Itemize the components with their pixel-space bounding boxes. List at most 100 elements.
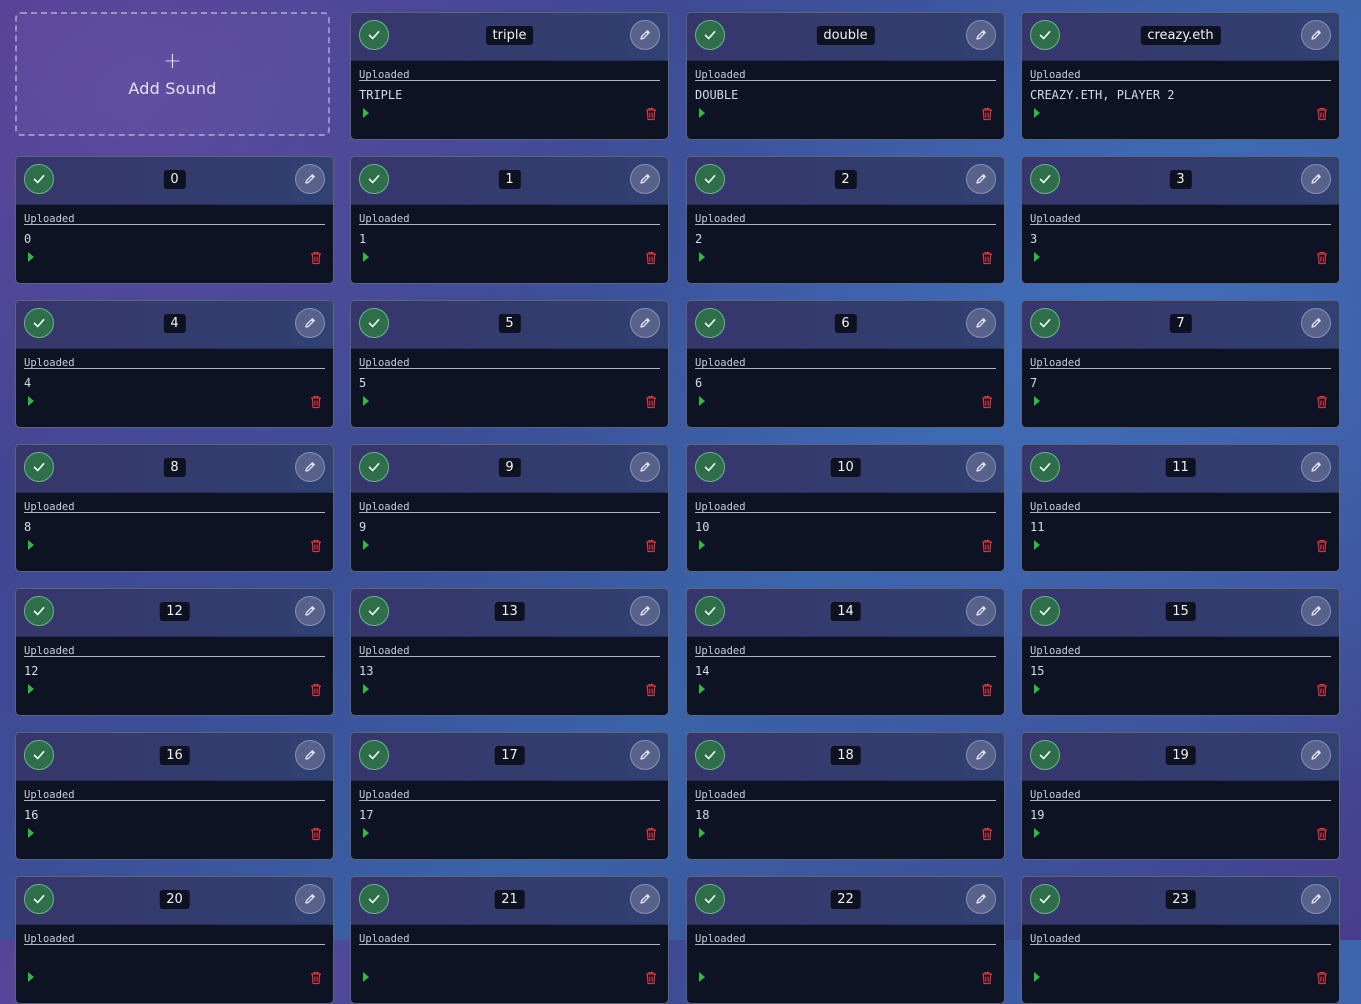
delete-button[interactable] bbox=[1316, 683, 1328, 697]
delete-button[interactable] bbox=[645, 827, 657, 841]
edit-button[interactable] bbox=[1301, 20, 1331, 50]
delete-button[interactable] bbox=[1316, 107, 1328, 121]
play-button[interactable] bbox=[26, 395, 36, 407]
sound-name[interactable]: creazy.eth bbox=[1140, 26, 1221, 45]
confirm-button[interactable] bbox=[359, 884, 389, 914]
delete-button[interactable] bbox=[310, 971, 322, 985]
sound-name[interactable]: 20 bbox=[159, 890, 190, 909]
play-button[interactable] bbox=[697, 683, 707, 695]
edit-button[interactable] bbox=[295, 884, 325, 914]
play-button[interactable] bbox=[361, 107, 371, 119]
edit-button[interactable] bbox=[1301, 596, 1331, 626]
delete-button[interactable] bbox=[310, 251, 322, 265]
play-button[interactable] bbox=[26, 251, 36, 263]
edit-button[interactable] bbox=[295, 740, 325, 770]
edit-button[interactable] bbox=[1301, 308, 1331, 338]
delete-button[interactable] bbox=[981, 683, 993, 697]
play-button[interactable] bbox=[361, 395, 371, 407]
confirm-button[interactable] bbox=[1030, 164, 1060, 194]
edit-button[interactable] bbox=[1301, 452, 1331, 482]
confirm-button[interactable] bbox=[24, 452, 54, 482]
sound-name[interactable]: 0 bbox=[163, 170, 186, 189]
edit-button[interactable] bbox=[966, 884, 996, 914]
delete-button[interactable] bbox=[645, 251, 657, 265]
add-sound-button[interactable]: + Add Sound bbox=[15, 12, 330, 136]
play-button[interactable] bbox=[697, 395, 707, 407]
confirm-button[interactable] bbox=[1030, 308, 1060, 338]
sound-name[interactable]: 6 bbox=[834, 314, 857, 333]
delete-button[interactable] bbox=[1316, 395, 1328, 409]
sound-name[interactable]: 17 bbox=[494, 746, 525, 765]
play-button[interactable] bbox=[697, 971, 707, 983]
edit-button[interactable] bbox=[630, 596, 660, 626]
edit-button[interactable] bbox=[966, 308, 996, 338]
play-button[interactable] bbox=[697, 539, 707, 551]
sound-name[interactable]: 22 bbox=[830, 890, 861, 909]
sound-name[interactable]: 10 bbox=[830, 458, 861, 477]
confirm-button[interactable] bbox=[24, 596, 54, 626]
sound-name[interactable]: 14 bbox=[830, 602, 861, 621]
confirm-button[interactable] bbox=[695, 740, 725, 770]
edit-button[interactable] bbox=[295, 596, 325, 626]
delete-button[interactable] bbox=[1316, 539, 1328, 553]
play-button[interactable] bbox=[1032, 107, 1042, 119]
confirm-button[interactable] bbox=[1030, 740, 1060, 770]
sound-name[interactable]: 16 bbox=[159, 746, 190, 765]
sound-name[interactable]: 15 bbox=[1165, 602, 1196, 621]
sound-name[interactable]: 13 bbox=[494, 602, 525, 621]
edit-button[interactable] bbox=[1301, 740, 1331, 770]
play-button[interactable] bbox=[1032, 827, 1042, 839]
confirm-button[interactable] bbox=[1030, 20, 1060, 50]
sound-name[interactable]: 11 bbox=[1165, 458, 1196, 477]
confirm-button[interactable] bbox=[1030, 884, 1060, 914]
edit-button[interactable] bbox=[295, 308, 325, 338]
confirm-button[interactable] bbox=[695, 308, 725, 338]
sound-name[interactable]: 23 bbox=[1165, 890, 1196, 909]
confirm-button[interactable] bbox=[359, 164, 389, 194]
edit-button[interactable] bbox=[966, 596, 996, 626]
edit-button[interactable] bbox=[295, 164, 325, 194]
delete-button[interactable] bbox=[645, 107, 657, 121]
confirm-button[interactable] bbox=[695, 164, 725, 194]
play-button[interactable] bbox=[361, 251, 371, 263]
edit-button[interactable] bbox=[1301, 884, 1331, 914]
sound-name[interactable]: 12 bbox=[159, 602, 190, 621]
play-button[interactable] bbox=[361, 971, 371, 983]
play-button[interactable] bbox=[361, 827, 371, 839]
edit-button[interactable] bbox=[1301, 164, 1331, 194]
edit-button[interactable] bbox=[966, 452, 996, 482]
confirm-button[interactable] bbox=[695, 884, 725, 914]
confirm-button[interactable] bbox=[359, 308, 389, 338]
delete-button[interactable] bbox=[645, 971, 657, 985]
play-button[interactable] bbox=[697, 827, 707, 839]
edit-button[interactable] bbox=[966, 164, 996, 194]
confirm-button[interactable] bbox=[359, 20, 389, 50]
play-button[interactable] bbox=[26, 539, 36, 551]
delete-button[interactable] bbox=[310, 683, 322, 697]
sound-name[interactable]: triple bbox=[485, 26, 534, 45]
play-button[interactable] bbox=[361, 539, 371, 551]
delete-button[interactable] bbox=[1316, 251, 1328, 265]
delete-button[interactable] bbox=[981, 539, 993, 553]
confirm-button[interactable] bbox=[359, 596, 389, 626]
edit-button[interactable] bbox=[630, 740, 660, 770]
confirm-button[interactable] bbox=[24, 884, 54, 914]
sound-name[interactable]: 3 bbox=[1169, 170, 1192, 189]
delete-button[interactable] bbox=[981, 395, 993, 409]
delete-button[interactable] bbox=[981, 251, 993, 265]
confirm-button[interactable] bbox=[1030, 452, 1060, 482]
delete-button[interactable] bbox=[981, 971, 993, 985]
play-button[interactable] bbox=[1032, 683, 1042, 695]
delete-button[interactable] bbox=[310, 539, 322, 553]
confirm-button[interactable] bbox=[24, 740, 54, 770]
sound-name[interactable]: 21 bbox=[494, 890, 525, 909]
confirm-button[interactable] bbox=[1030, 596, 1060, 626]
delete-button[interactable] bbox=[645, 395, 657, 409]
edit-button[interactable] bbox=[966, 740, 996, 770]
confirm-button[interactable] bbox=[695, 20, 725, 50]
sound-name[interactable]: 1 bbox=[498, 170, 521, 189]
play-button[interactable] bbox=[26, 971, 36, 983]
play-button[interactable] bbox=[1032, 251, 1042, 263]
confirm-button[interactable] bbox=[359, 452, 389, 482]
edit-button[interactable] bbox=[630, 164, 660, 194]
